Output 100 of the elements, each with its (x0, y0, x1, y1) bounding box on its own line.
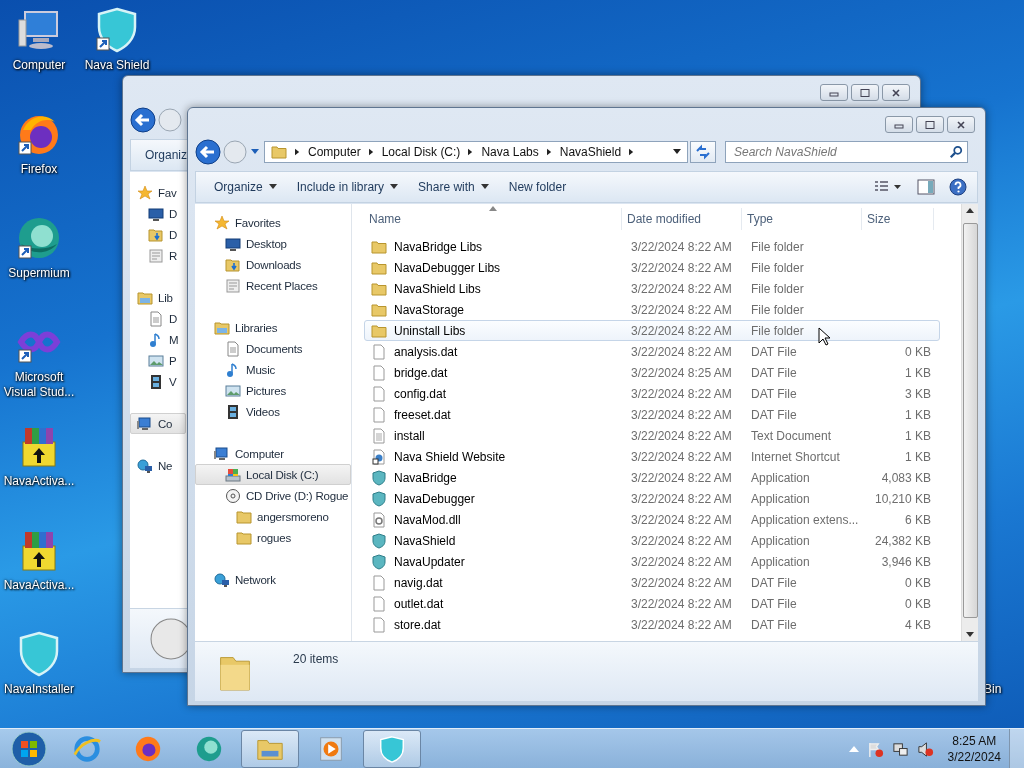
close-button[interactable] (882, 84, 910, 101)
toolbar-menu[interactable]: Include in library (288, 176, 407, 198)
breadcrumb-arrow-icon[interactable] (295, 148, 300, 156)
file-row[interactable]: outlet.dat 3/22/2024 8:22 AM DAT File 0 KB (364, 593, 940, 614)
nav-item[interactable]: D (130, 308, 186, 329)
file-row[interactable]: bridge.dat 3/22/2024 8:25 AM DAT File 1 KB (364, 362, 940, 383)
file-row[interactable]: NavaStorage 3/22/2024 8:22 AM File folder (364, 299, 940, 320)
file-row[interactable]: NavaUpdater 3/22/2024 8:22 AM Application 3,946 KB (364, 551, 940, 572)
clock[interactable]: 8:25 AM 3/22/2024 (947, 733, 1001, 765)
address-bar[interactable]: Computer Local Disk (C:) Nava Labs NavaShield (264, 141, 688, 163)
back-button[interactable] (130, 107, 156, 133)
speaker-muted-icon[interactable] (916, 740, 934, 758)
file-row[interactable]: NavaShield 3/22/2024 8:22 AM Application 24,382 KB (364, 530, 940, 551)
breadcrumb[interactable]: Computer (308, 145, 361, 159)
column-header[interactable]: Date modified (622, 208, 742, 230)
maximize-button[interactable] (851, 84, 879, 101)
breadcrumb[interactable]: Nava Labs (481, 145, 539, 159)
nav-item[interactable]: Libraries (195, 317, 351, 338)
refresh-button[interactable] (690, 141, 716, 163)
menu-button[interactable]: Organiz (141, 144, 192, 166)
nav-item[interactable]: Co (130, 413, 186, 434)
nav-item[interactable]: Pictures (195, 380, 351, 401)
toolbar-menu[interactable]: Organize (206, 176, 285, 198)
nav-item[interactable]: CD Drive (D:) Rogue (195, 485, 351, 506)
desktop-icon[interactable]: NavaInstaller (0, 624, 78, 728)
file-row[interactable]: navig.dat 3/22/2024 8:22 AM DAT File 0 KB (364, 572, 940, 593)
breadcrumb[interactable]: Local Disk (C:) (381, 145, 461, 159)
dropdown-caret-icon[interactable] (673, 149, 681, 155)
column-header[interactable]: Size (862, 208, 934, 230)
size-cell: 3,946 KB (881, 554, 931, 569)
back-button[interactable] (195, 139, 221, 165)
desktop-icon[interactable]: NavaActiva... (0, 416, 78, 520)
file-row[interactable]: NavaBridge Libs 3/22/2024 8:22 AM File folder (364, 236, 940, 257)
nav-item[interactable]: Downloads (195, 254, 351, 275)
nav-item[interactable]: rogues (195, 527, 351, 548)
desktop-icon[interactable]: Microsoft Visual Stud... (0, 312, 78, 416)
help-button[interactable] (949, 178, 967, 196)
file-row[interactable]: freeset.dat 3/22/2024 8:22 AM DAT File 1 KB (364, 404, 940, 425)
nav-item[interactable]: Network (195, 569, 351, 590)
nav-item[interactable]: Recent Places (195, 275, 351, 296)
flag-warning-icon[interactable] (866, 740, 884, 758)
column-header[interactable]: Type (742, 208, 862, 230)
file-row[interactable]: Nava Shield Website 3/22/2024 8:22 AM Internet Shortcut 1 KB (364, 446, 940, 467)
column-header[interactable]: Name (364, 208, 622, 230)
breadcrumb-arrow-icon[interactable] (546, 148, 552, 156)
maximize-button[interactable] (916, 116, 944, 133)
taskbar-button[interactable] (241, 730, 299, 768)
file-row[interactable]: install 3/22/2024 8:22 AM Text Document 1 KB (364, 425, 940, 446)
search-field[interactable]: Search NavaShield (725, 141, 968, 163)
nav-item[interactable]: P (130, 350, 186, 371)
desktop-icon[interactable]: Nava Shield (78, 0, 156, 104)
desktop-icon[interactable]: Computer (0, 0, 78, 104)
scroll-down-icon[interactable] (966, 632, 974, 637)
nav-item[interactable]: M (130, 329, 186, 350)
nav-item[interactable]: Favorites (195, 212, 351, 233)
nav-item[interactable]: V (130, 371, 186, 392)
nav-item[interactable]: D (130, 203, 186, 224)
document-icon (225, 340, 241, 357)
breadcrumb-arrow-icon[interactable] (368, 148, 374, 156)
nav-item[interactable]: Ne (130, 455, 186, 476)
nav-item[interactable]: R (130, 245, 186, 266)
nav-item[interactable]: angersmoreno (195, 506, 351, 527)
file-row[interactable]: NavaShield Libs 3/22/2024 8:22 AM File folder (364, 278, 940, 299)
nav-item[interactable]: Desktop (195, 233, 351, 254)
toolbar-menu[interactable]: New folder (500, 176, 575, 198)
file-row[interactable]: NavaBridge 3/22/2024 8:22 AM Application 4,083 KB (364, 467, 940, 488)
type-cell: DAT File (751, 344, 797, 359)
nav-item[interactable]: Computer (195, 443, 351, 464)
network-icon[interactable] (891, 740, 909, 758)
nav-item[interactable]: Music (195, 359, 351, 380)
nav-item[interactable]: Local Disk (C:) (195, 464, 351, 485)
history-caret-icon[interactable] (251, 149, 259, 155)
file-row[interactable]: store.dat 3/22/2024 8:22 AM DAT File 4 KB (364, 614, 940, 635)
desktop-icon[interactable]: Supermium (0, 208, 78, 312)
taskbar-button[interactable] (363, 730, 421, 768)
preview-pane-button[interactable] (917, 179, 935, 195)
file-row[interactable]: analysis.dat 3/22/2024 8:22 AM DAT File 0 KB (364, 341, 940, 362)
file-row[interactable]: NavaDebugger Libs 3/22/2024 8:22 AM File folder (364, 257, 940, 278)
size-cell: 3 KB (905, 386, 931, 401)
file-row[interactable]: config.dat 3/22/2024 8:22 AM DAT File 3 KB (364, 383, 940, 404)
toolbar-menu[interactable]: Share with (410, 176, 497, 198)
breadcrumb-arrow-icon[interactable] (468, 148, 474, 156)
nav-item[interactable]: Fav (130, 182, 186, 203)
nav-item[interactable]: Lib (130, 287, 186, 308)
breadcrumb[interactable]: NavaShield (559, 145, 622, 159)
type-cell: Application (751, 491, 810, 506)
nav-item[interactable]: Videos (195, 401, 351, 422)
file-row[interactable]: NavaMod.dll 3/22/2024 8:22 AM Application extens... 6 KB (364, 509, 940, 530)
nav-item[interactable]: D (130, 224, 186, 245)
breadcrumb-arrow-icon[interactable] (629, 148, 635, 156)
scroll-up-icon[interactable] (966, 208, 974, 213)
desktop-icon[interactable]: Firefox (0, 104, 78, 208)
type-cell: Application (751, 554, 810, 569)
hard-drive-icon (225, 466, 241, 483)
close-button[interactable] (947, 116, 975, 133)
nav-item[interactable]: Documents (195, 338, 351, 359)
date-cell: 3/22/2024 8:22 AM (631, 260, 732, 275)
file-row[interactable]: Uninstall Libs 3/22/2024 8:22 AM File folder (364, 320, 940, 341)
file-row[interactable]: NavaDebugger 3/22/2024 8:22 AM Application 10,210 KB (364, 488, 940, 509)
text-file-icon (371, 427, 387, 444)
